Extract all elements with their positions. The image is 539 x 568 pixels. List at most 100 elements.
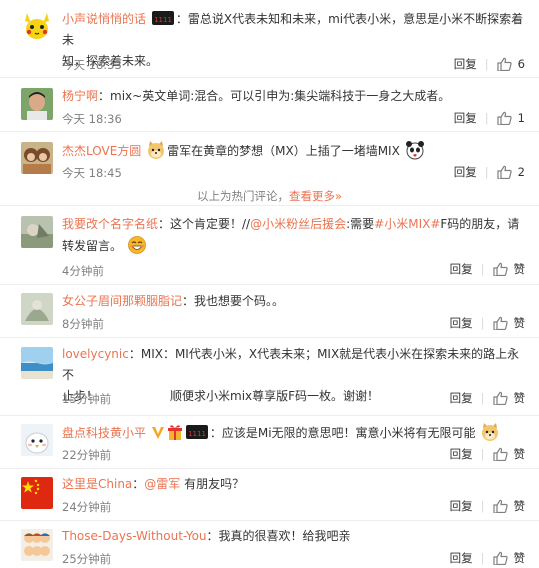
- like-button[interactable]: 赞: [492, 550, 525, 566]
- comment-time: 24分钟前: [62, 500, 112, 514]
- like-button[interactable]: 2: [497, 165, 525, 179]
- comment-text-part: F码的朋友，请: [440, 217, 520, 231]
- comment-nick[interactable]: 盘点科技黄小平: [62, 426, 146, 440]
- like-button[interactable]: 赞: [492, 390, 526, 406]
- hot-comment-3: 杰杰LOVE方圆 雷军在黄章的梦想（MX）上插了一堵墙MIX 今天 18:45 …: [0, 132, 539, 186]
- reply-button[interactable]: 回复: [450, 315, 473, 331]
- like-count: 6: [517, 57, 525, 71]
- verified-v-icon: [151, 422, 165, 442]
- avatar[interactable]: [21, 88, 53, 120]
- cat-1111-icon: 1111: [185, 425, 208, 439]
- avatar[interactable]: [21, 529, 53, 561]
- comment-nick[interactable]: 杰杰LOVE方圆: [62, 144, 141, 158]
- comment-text: 我要改个名字名纸：这个肯定要！//@小米粉丝后援会:需要#小米MIX#F码的朋友…: [62, 214, 525, 257]
- comment-actions: 回复 | 2: [454, 164, 525, 180]
- comment-nick[interactable]: Those-Days-Without-You: [62, 529, 207, 543]
- comment-nick[interactable]: 女公子眉间那颗胭脂记: [62, 294, 182, 308]
- like-label: 赞: [513, 262, 526, 276]
- like-label: 赞: [513, 391, 526, 405]
- like-label: 赞: [513, 499, 526, 513]
- comment-text-line1: ：mix~英文单词:混合。可以引申为:集尖端科技于一身之大成者。: [98, 89, 451, 103]
- panda-emoji-icon: [405, 140, 425, 160]
- avatar[interactable]: [21, 477, 53, 509]
- comment-text: 杰杰LOVE方圆 雷军在黄章的梦想（MX）上插了一堵墙MIX: [62, 140, 525, 162]
- thumbs-up-icon: [492, 447, 508, 461]
- comment-nick[interactable]: 杨宁啊: [62, 89, 98, 103]
- comment-nick[interactable]: 小声说悄悄的话: [62, 12, 146, 26]
- like-label: 赞: [513, 316, 526, 330]
- comment-time: 15分钟前: [62, 392, 112, 406]
- mention-link[interactable]: @雷军: [144, 477, 180, 491]
- comment-text: 杨宁啊：mix~英文单词:混合。可以引申为:集尖端科技于一身之大成者。: [62, 86, 525, 107]
- thumbs-up-icon: [492, 551, 508, 565]
- comment-text-line1: ：MIX：MI代表小米，X代表未来；MIX就是代表小米在探索未来的路上永不: [62, 347, 520, 382]
- doge-emoji-icon: [146, 140, 166, 160]
- action-separator: |: [484, 111, 489, 125]
- thumbs-up-icon: [492, 262, 508, 276]
- avatar[interactable]: [21, 9, 53, 41]
- comment-text: 这里是China：@雷军 有朋友吗？: [62, 474, 525, 495]
- avatar[interactable]: [21, 347, 53, 379]
- action-separator: |: [480, 499, 485, 513]
- action-separator: |: [480, 391, 485, 405]
- like-button[interactable]: 赞: [492, 498, 526, 514]
- comment-actions: 回复 | 赞: [450, 390, 525, 406]
- thumbs-up-icon: [492, 391, 508, 405]
- comment-6: Those-Days-Without-You：我真的很喜欢！给我吧亲 25分钟前…: [0, 521, 539, 568]
- gift-badge-icon: [167, 422, 183, 442]
- comment-time: 22分钟前: [62, 448, 112, 462]
- avatar[interactable]: [21, 424, 53, 456]
- comment-actions: 回复 | 赞: [450, 446, 525, 462]
- reply-button[interactable]: 回复: [450, 446, 473, 462]
- reply-button[interactable]: 回复: [450, 261, 473, 277]
- comment-actions: 回复 | 赞: [450, 315, 525, 331]
- comment-nick[interactable]: 我要改个名字名纸: [62, 217, 158, 231]
- mention-link[interactable]: @小米粉丝后援会: [250, 217, 346, 231]
- comment-text: 女公子眉间那颗胭脂记：我也想要个码。。: [62, 291, 525, 312]
- reply-button[interactable]: 回复: [454, 164, 477, 180]
- reply-button[interactable]: 回复: [450, 550, 473, 566]
- like-button[interactable]: 赞: [492, 446, 525, 462]
- thumbs-up-icon: [497, 57, 512, 71]
- comment-5: 这里是China：@雷军 有朋友吗？ 24分钟前 回复 | 赞: [0, 469, 539, 521]
- thumbs-up-icon: [492, 316, 508, 330]
- reply-button[interactable]: 回复: [450, 390, 473, 406]
- comment-time: 今天 18:36: [62, 112, 122, 126]
- svg-text:1111: 1111: [188, 430, 206, 438]
- thumbs-up-icon: [497, 111, 512, 125]
- hot-comment-2: 杨宁啊：mix~英文单词:混合。可以引申为:集尖端科技于一身之大成者。 今天 1…: [0, 78, 539, 132]
- like-button[interactable]: 赞: [492, 261, 526, 277]
- hashtag-link[interactable]: #小米MIX#: [374, 217, 440, 231]
- comment-text-part: 有朋友吗？: [180, 477, 245, 491]
- comment-text-line1: ：我也想要个码。。: [182, 294, 285, 308]
- like-button[interactable]: 6: [497, 57, 525, 71]
- avatar[interactable]: [21, 293, 53, 325]
- comment-text-part: ：: [132, 477, 145, 491]
- hot-comment-1: 小声说悄悄的话 1111 ：雷总说X代表未知和未来，mi代表小米，意思是小米不断…: [0, 0, 539, 78]
- reply-button[interactable]: 回复: [450, 498, 473, 514]
- like-button[interactable]: 1: [497, 111, 525, 125]
- thumbs-up-icon: [492, 499, 508, 513]
- avatar[interactable]: [21, 142, 53, 174]
- comment-time: 今天 18:45: [62, 166, 122, 180]
- doge-emoji-icon: [480, 422, 500, 442]
- comment-text: Those-Days-Without-You：我真的很喜欢！给我吧亲: [62, 526, 525, 547]
- divider-text: 以上为热门评论，: [196, 189, 289, 203]
- view-more-link[interactable]: 查看更多»: [289, 189, 342, 203]
- avatar[interactable]: [21, 216, 53, 248]
- reply-button[interactable]: 回复: [454, 110, 477, 126]
- comment-nick[interactable]: 这里是China: [62, 477, 132, 491]
- grin-emoji-icon: [127, 235, 147, 255]
- action-separator: |: [484, 165, 489, 179]
- reply-button[interactable]: 回复: [454, 56, 477, 72]
- like-button[interactable]: 赞: [492, 315, 526, 331]
- comment-text-line1: 雷军在黄章的梦想（MX）上插了一堵墙MIX: [167, 144, 400, 158]
- hot-comments-divider: 以上为热门评论，查看更多»: [0, 186, 539, 206]
- comment-text-part: :需要: [346, 217, 375, 231]
- comment-3: lovelycynic：MIX：MI代表小米，X代表未来；MIX就是代表小米在探…: [0, 338, 539, 416]
- comment-time: 25分钟前: [62, 552, 112, 566]
- action-separator: |: [480, 316, 485, 330]
- comment-nick[interactable]: lovelycynic: [62, 347, 129, 361]
- like-count: 2: [517, 165, 525, 179]
- comment-text: 盘点科技黄小平 1111 ：应该是Mi无限的意思吧！寓意小米将有无限可能: [62, 422, 525, 444]
